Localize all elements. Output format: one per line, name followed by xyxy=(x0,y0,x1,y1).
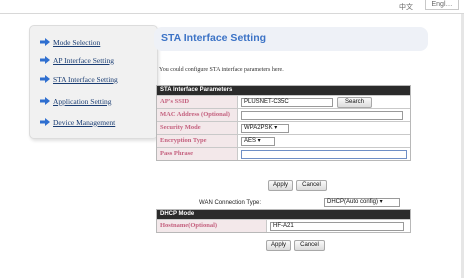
sidebar-item-ap-interface-setting[interactable]: AP Interface Setting xyxy=(40,54,114,66)
sidebar-item-label: AP Interface Setting xyxy=(53,55,114,65)
arrow-right-icon xyxy=(40,118,50,126)
sidebar-item-device-management[interactable]: Device Management xyxy=(40,116,115,128)
table-row: Pass Phrase xyxy=(157,147,410,160)
top-divider xyxy=(0,13,464,14)
table-row: Encryption Type AES ▾ xyxy=(157,134,410,147)
page-header: STA Interface Setting xyxy=(154,27,428,51)
sidebar-item-label: Application Setting xyxy=(53,96,112,106)
hostname-input[interactable]: HF-A21 xyxy=(270,222,404,231)
sidebar-item-application-setting[interactable]: Application Setting xyxy=(40,95,112,107)
page-description: You could configure STA interface parame… xyxy=(159,67,284,73)
table-heading: DHCP Mode xyxy=(157,210,410,219)
table-heading: STA Interface Parameters xyxy=(157,86,410,95)
sidebar-item-label: STA Interface Setting xyxy=(53,74,118,84)
arrow-right-icon xyxy=(40,56,50,64)
search-button[interactable]: Search xyxy=(337,97,372,108)
language-english-link[interactable]: Engl… xyxy=(425,0,459,10)
arrow-right-icon xyxy=(40,38,50,46)
language-chinese-link[interactable]: 中文 xyxy=(399,2,413,12)
pass-phrase-input[interactable] xyxy=(241,150,407,159)
arrow-right-icon xyxy=(40,75,50,83)
table-row: AP's SSID PLUSNET-C35C Search xyxy=(157,95,410,108)
ssid-input[interactable]: PLUSNET-C35C xyxy=(241,98,333,107)
pass-phrase-label: Pass Phrase xyxy=(157,148,238,160)
hostname-label: Hostname(Optional) xyxy=(157,220,267,232)
sidebar-menu: Mode Selection AP Interface Setting STA … xyxy=(29,25,158,139)
encryption-type-select[interactable]: AES ▾ xyxy=(241,137,275,146)
table-row: Security Mode WPA2PSK ▾ xyxy=(157,121,410,134)
cancel-button[interactable]: Cancel xyxy=(296,180,327,191)
wan-connection-type-select[interactable]: DHCP(Auto config) ▾ xyxy=(324,198,400,207)
security-mode-label: Security Mode xyxy=(157,122,238,134)
sta-parameters-table: STA Interface Parameters AP's SSID PLUSN… xyxy=(156,85,411,161)
mac-address-label: MAC Address (Optional) xyxy=(157,109,238,121)
table-row: MAC Address (Optional) xyxy=(157,108,410,121)
apply-button[interactable]: Apply xyxy=(268,180,293,191)
encryption-type-label: Encryption Type xyxy=(157,135,238,147)
sidebar-item-label: Mode Selection xyxy=(53,37,101,47)
page-title: STA Interface Setting xyxy=(161,32,267,44)
top-bar: 中文 Engl… xyxy=(0,0,464,14)
table-row: Hostname(Optional) HF-A21 xyxy=(157,219,410,232)
cancel-button[interactable]: Cancel xyxy=(294,240,325,251)
ssid-label: AP's SSID xyxy=(157,96,238,108)
dhcp-mode-table: DHCP Mode Hostname(Optional) HF-A21 xyxy=(156,209,411,233)
apply-button[interactable]: Apply xyxy=(266,240,291,251)
security-mode-select[interactable]: WPA2PSK ▾ xyxy=(241,124,289,133)
sidebar-item-label: Device Management xyxy=(53,117,116,127)
arrow-right-icon xyxy=(40,97,50,105)
wan-connection-type-label: WAN Connection Type: xyxy=(199,200,262,206)
sidebar-item-sta-interface-setting[interactable]: STA Interface Setting xyxy=(40,73,118,85)
sidebar-item-mode-selection[interactable]: Mode Selection xyxy=(40,36,100,48)
mac-address-input[interactable] xyxy=(241,111,403,120)
